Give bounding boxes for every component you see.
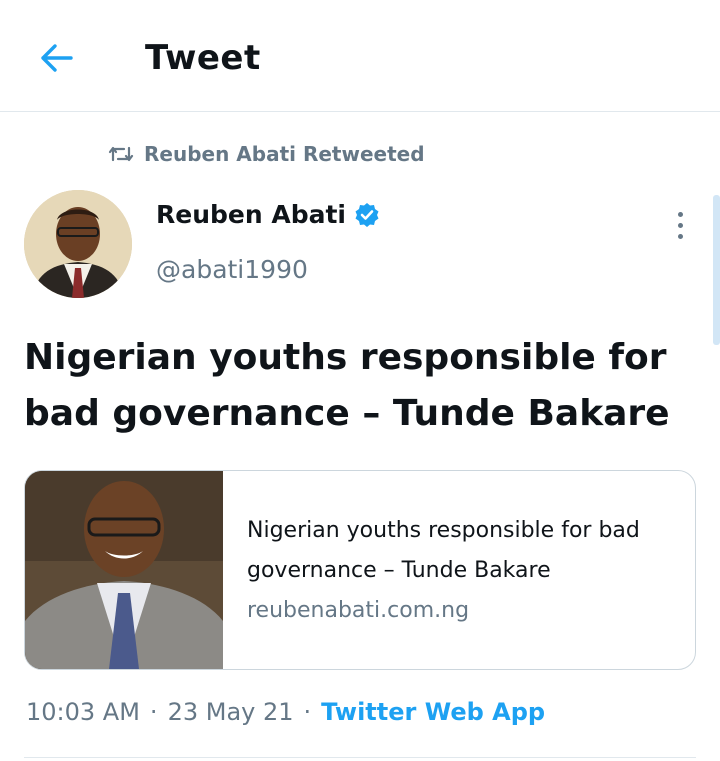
link-card-image [25,471,223,669]
meta-separator: · [303,698,312,726]
avatar[interactable] [24,190,132,298]
scrollbar[interactable] [713,195,720,345]
more-options-button[interactable] [666,205,694,245]
link-card[interactable]: Nigerian youths responsible for bad gove… [24,470,696,670]
retweet-icon [108,144,134,164]
retweet-label: Reuben Abati Retweeted [144,142,425,166]
link-card-body: Nigerian youths responsible for bad gove… [247,511,687,631]
tweet-date[interactable]: 23 May 21 [168,698,294,726]
verified-badge-icon [355,202,379,227]
dot-icon [677,233,683,239]
link-card-domain: reubenabati.com.ng [247,598,470,623]
dot-icon [677,211,683,217]
tweet-time[interactable]: 10:03 AM [26,698,140,726]
tweet-text: Nigerian youths responsible for bad gove… [24,337,670,434]
dot-icon [677,222,683,228]
retweet-context[interactable]: Reuben Abati Retweeted [108,140,425,168]
tweet-source-link[interactable]: Twitter Web App [321,698,545,726]
back-button[interactable] [36,38,76,78]
meta-separator: · [149,698,158,726]
link-card-title: Nigerian youths responsible for bad gove… [247,518,640,583]
tweet-meta: 10:03 AM · 23 May 21 · Twitter Web App [26,698,545,726]
author-name: Reuben Abati [156,200,346,229]
divider [24,757,696,758]
page-title: Tweet [145,38,261,78]
author-name-row[interactable]: Reuben Abati [156,200,380,229]
arrow-left-icon [41,44,73,72]
author-handle[interactable]: @abati1990 [156,255,308,284]
top-bar: Tweet [0,0,720,112]
